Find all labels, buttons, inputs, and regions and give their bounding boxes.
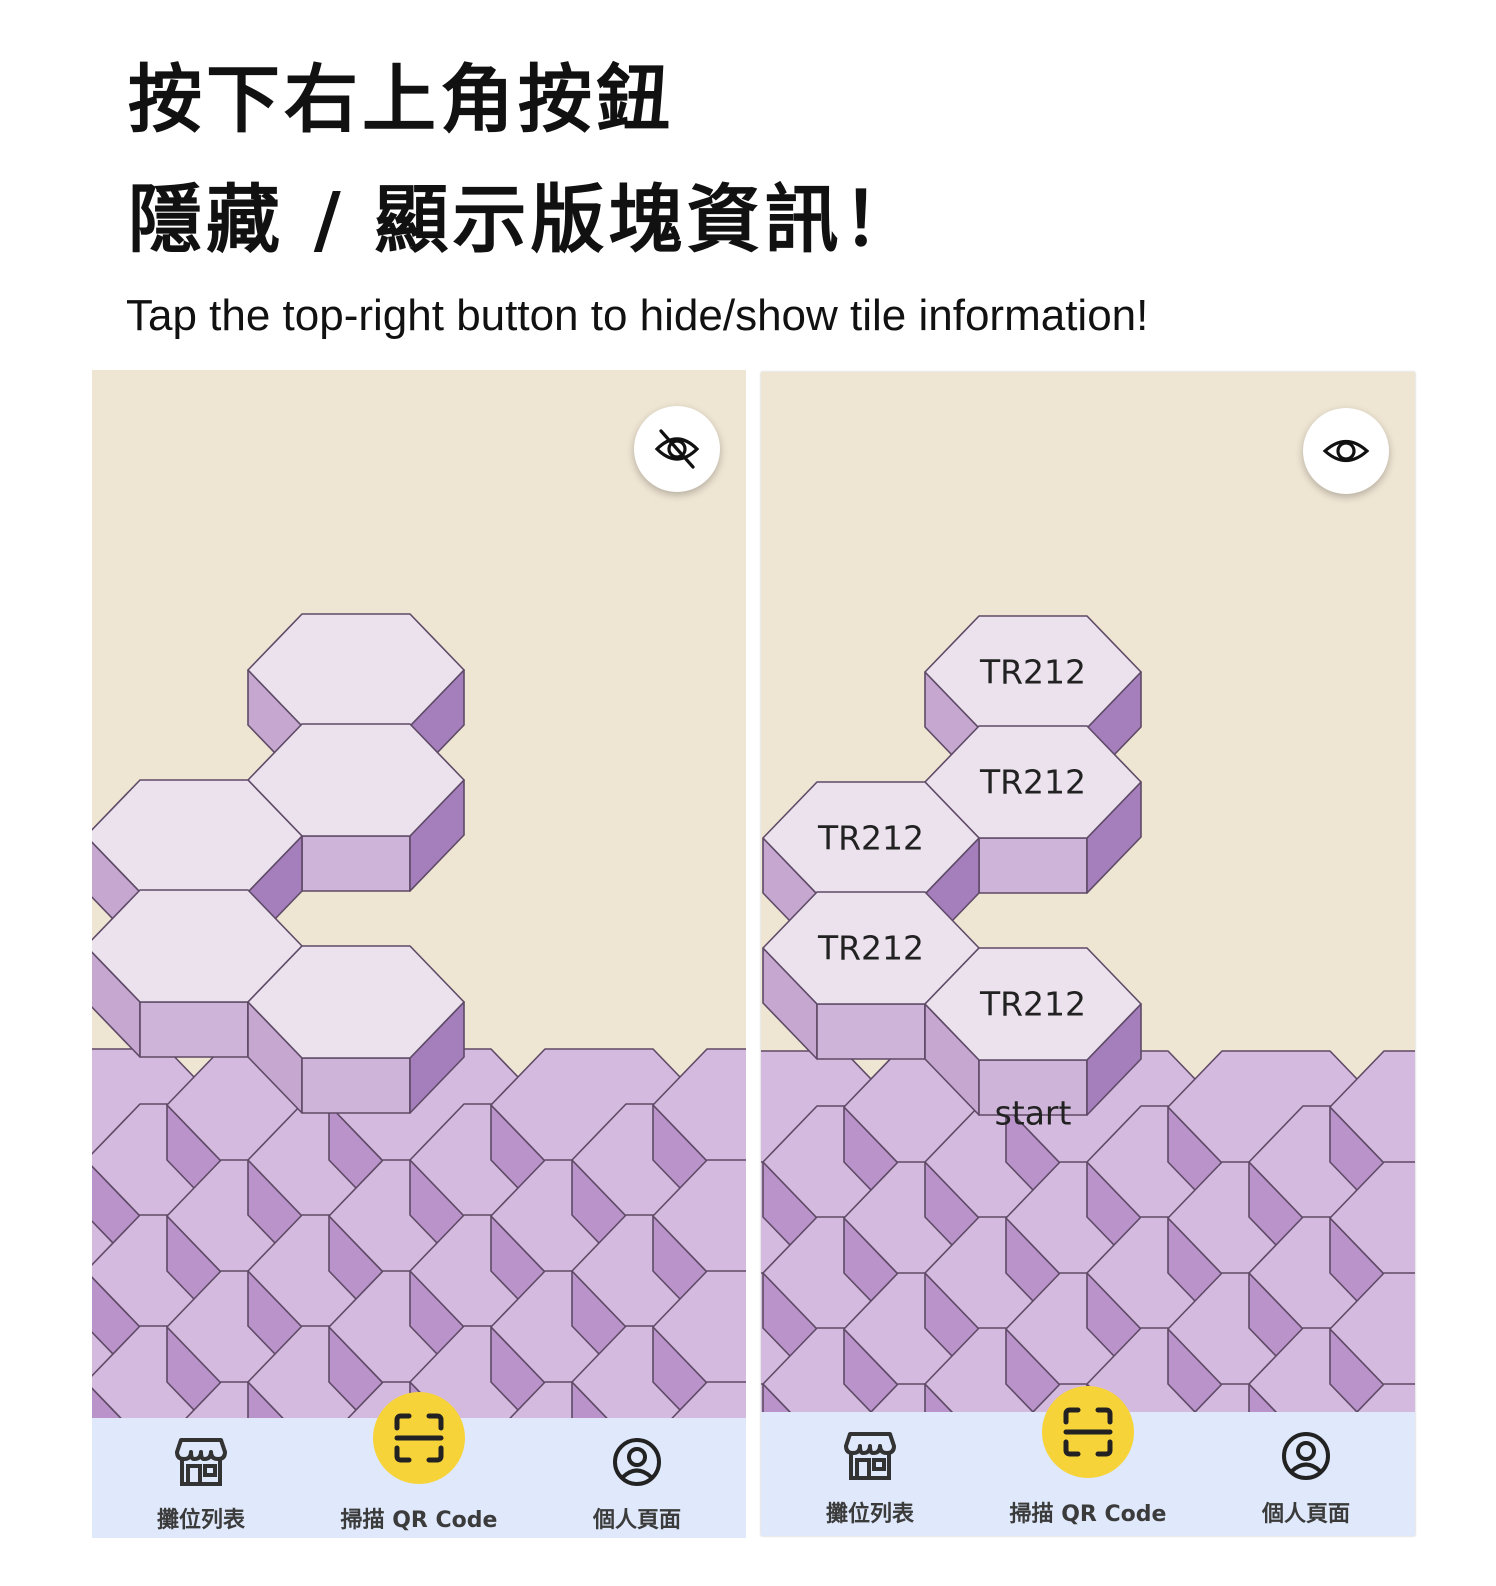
nav-label-profile: 個人頁面 [592, 1508, 681, 1533]
hex-board: TR212 TR212 TR212 TR212 TR212 start [761, 372, 1415, 1536]
nav-label-profile: 個人頁面 [1261, 1502, 1350, 1527]
scan-qr-button[interactable] [373, 1392, 465, 1484]
nav-item-booth-list[interactable]: 攤位列表 [92, 1418, 310, 1534]
scan-qr-button[interactable] [1042, 1386, 1134, 1478]
tile-label: TR212 [979, 763, 1086, 802]
qr-scan-icon [1063, 1407, 1113, 1457]
eye-off-icon [654, 429, 700, 469]
heading-subtitle: Tap the top-right button to hide/show ti… [126, 291, 1149, 340]
heading-line-1: 按下右上角按鈕 [128, 57, 674, 143]
toggle-info-button[interactable] [1303, 408, 1389, 494]
toggle-info-button[interactable] [634, 406, 720, 492]
screenshot-info-shown: TR212 TR212 TR212 TR212 TR212 start 攤位列表 [761, 372, 1415, 1536]
bottom-nav: 攤位列表 掃描 QR Code 個人頁面 [761, 1386, 1415, 1536]
tile-label: TR212 [979, 985, 1086, 1024]
storefront-icon [175, 1438, 227, 1486]
tile-label: TR212 [979, 653, 1086, 692]
heading-line-2: 隱藏 / 顯示版塊資訊！ [128, 177, 921, 263]
profile-icon [1282, 1432, 1330, 1480]
nav-label-booth-list: 攤位列表 [825, 1502, 914, 1527]
tile-label: TR212 [817, 819, 924, 858]
screenshot-info-hidden: 攤位列表 掃描 QR Code 個人頁面 [92, 370, 746, 1538]
nav-item-profile[interactable]: 個人頁面 [1197, 1412, 1415, 1528]
nav-item-scan-qr[interactable]: 掃描 QR Code [979, 1386, 1197, 1528]
nav-item-scan-qr[interactable]: 掃描 QR Code [310, 1392, 528, 1534]
bottom-nav: 攤位列表 掃描 QR Code 個人頁面 [92, 1392, 746, 1538]
path-tile: TR212 [924, 947, 1142, 1116]
nav-label-scan-qr: 掃描 QR Code [340, 1508, 498, 1533]
qr-scan-icon [394, 1413, 444, 1463]
hex-board [92, 370, 746, 1538]
start-tile-label: start [995, 1094, 1072, 1133]
nav-item-booth-list[interactable]: 攤位列表 [761, 1412, 979, 1528]
eye-icon [1322, 439, 1370, 463]
tile-label: TR212 [817, 929, 924, 968]
nav-label-scan-qr: 掃描 QR Code [1009, 1502, 1167, 1527]
storefront-icon [844, 1432, 896, 1480]
nav-item-profile[interactable]: 個人頁面 [528, 1418, 746, 1534]
path-tile [247, 945, 465, 1114]
profile-icon [613, 1438, 661, 1486]
nav-label-booth-list: 攤位列表 [156, 1508, 245, 1533]
